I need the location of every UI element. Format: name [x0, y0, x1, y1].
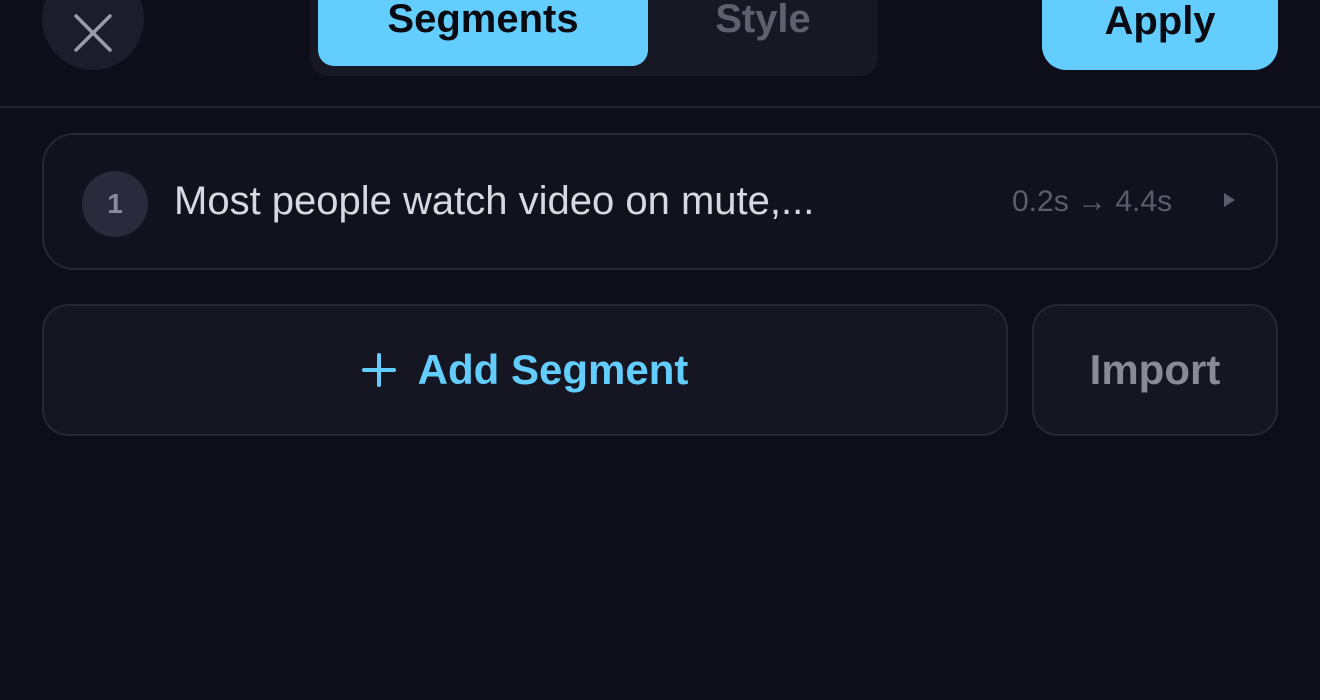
caption-editor-screen: Segments Style Apply 1 Most people watch…: [0, 0, 1320, 700]
segment-row[interactable]: 1 Most people watch video on mute,... 0.…: [42, 133, 1278, 270]
segment-time-range: 0.2s → 4.4s: [1012, 185, 1173, 218]
add-segment-button[interactable]: Add Segment: [42, 304, 1008, 436]
tab-segments[interactable]: Segments: [318, 0, 648, 66]
import-button[interactable]: Import: [1032, 304, 1278, 436]
play-arrow-icon[interactable]: [1224, 193, 1235, 207]
tab-style[interactable]: Style: [648, 0, 878, 66]
add-segment-label: Add Segment: [417, 346, 689, 393]
header-divider: [0, 106, 1320, 108]
close-button[interactable]: [42, 0, 144, 70]
segment-text: Most people watch video on mute,...: [174, 179, 815, 223]
segmented-tab-control: Segments Style: [310, 0, 878, 76]
apply-button[interactable]: Apply: [1042, 0, 1278, 70]
segment-number-badge: 1: [82, 171, 148, 237]
close-icon: [74, 14, 112, 52]
plus-icon: [361, 353, 396, 387]
